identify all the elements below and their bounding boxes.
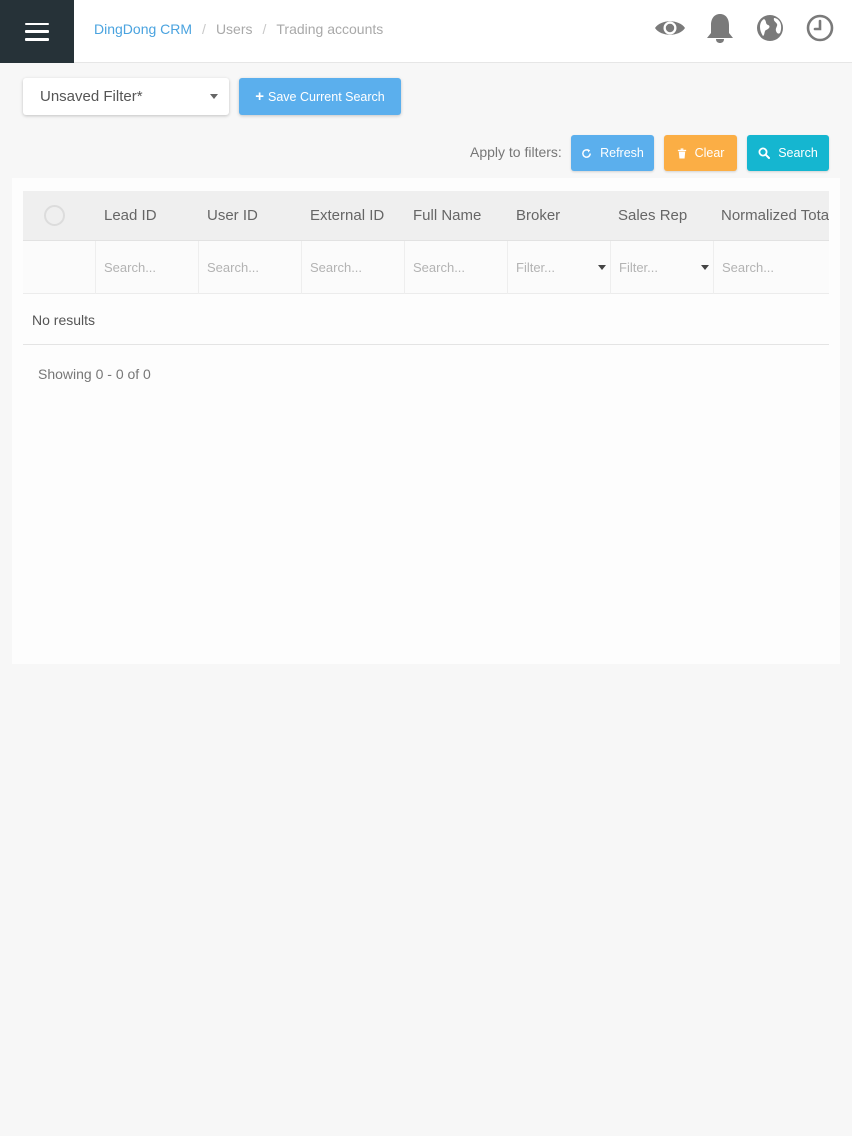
select-all-checkbox[interactable] xyxy=(44,205,65,226)
apply-to-filters-label: Apply to filters: xyxy=(470,144,562,160)
breadcrumb-item-users[interactable]: Users xyxy=(216,21,253,37)
filter-cell-lead-id xyxy=(95,241,198,294)
column-header-user-id[interactable]: User ID xyxy=(207,207,258,224)
user-id-search-input[interactable] xyxy=(207,258,295,276)
refresh-button[interactable]: Refresh xyxy=(571,135,654,171)
breadcrumb-separator: / xyxy=(202,21,206,37)
refresh-icon xyxy=(581,148,592,159)
menu-toggle-button[interactable] xyxy=(0,0,74,63)
column-header-external-id[interactable]: External ID xyxy=(310,207,384,224)
eye-icon[interactable] xyxy=(654,12,686,44)
search-button[interactable]: Search xyxy=(747,135,829,171)
save-current-search-button[interactable]: + Save Current Search xyxy=(239,78,401,115)
hamburger-icon xyxy=(25,22,49,41)
column-header-normalized-total[interactable]: Normalized Total xyxy=(721,207,829,224)
top-icon-group xyxy=(654,12,836,44)
normalized-total-search-input[interactable] xyxy=(722,258,810,276)
refresh-label: Refresh xyxy=(600,146,644,160)
table-header-row: Lead ID User ID External ID Full Name Br… xyxy=(23,191,829,241)
filter-cell-normalized-total xyxy=(713,241,829,294)
sales-rep-filter-input[interactable] xyxy=(619,258,707,276)
column-header-lead-id[interactable]: Lead ID xyxy=(104,207,157,224)
chevron-down-icon xyxy=(210,94,218,99)
globe-icon[interactable] xyxy=(754,12,786,44)
save-current-search-label: Save Current Search xyxy=(268,89,385,104)
column-header-sales-rep[interactable]: Sales Rep xyxy=(618,207,687,224)
breadcrumb-link-home[interactable]: DingDong CRM xyxy=(94,21,192,37)
chevron-down-icon xyxy=(701,265,709,270)
chevron-down-icon xyxy=(598,265,606,270)
lead-id-search-input[interactable] xyxy=(104,258,192,276)
saved-filter-select[interactable]: Unsaved Filter* xyxy=(23,78,229,115)
filter-cell-full-name xyxy=(404,241,507,294)
clock-icon[interactable] xyxy=(804,12,836,44)
external-id-search-input[interactable] xyxy=(310,258,398,276)
search-label: Search xyxy=(778,146,818,160)
trading-accounts-table: Lead ID User ID External ID Full Name Br… xyxy=(23,191,829,345)
table-filter-row xyxy=(23,241,829,294)
search-icon xyxy=(758,147,771,159)
clear-label: Clear xyxy=(694,146,725,160)
clear-button[interactable]: Clear xyxy=(664,135,737,171)
trash-icon xyxy=(677,147,687,159)
empty-state-text: No results xyxy=(32,312,96,328)
filter-cell-external-id xyxy=(301,241,404,294)
filter-cell-user-id xyxy=(198,241,301,294)
full-name-search-input[interactable] xyxy=(413,258,501,276)
top-bar: DingDong CRM / Users / Trading accounts xyxy=(0,0,852,63)
sales-rep-filter-select[interactable] xyxy=(610,241,713,294)
saved-filter-value: Unsaved Filter* xyxy=(40,88,143,105)
pagination-summary: Showing 0 - 0 of 0 xyxy=(38,366,151,382)
broker-filter-input[interactable] xyxy=(516,258,604,276)
breadcrumb-item-current: Trading accounts xyxy=(276,21,384,37)
broker-filter-select[interactable] xyxy=(507,241,610,294)
bell-icon[interactable] xyxy=(704,12,736,44)
column-header-full-name[interactable]: Full Name xyxy=(413,207,481,224)
column-header-broker[interactable]: Broker xyxy=(516,207,560,224)
breadcrumb: DingDong CRM / Users / Trading accounts xyxy=(94,21,383,37)
plus-icon: + xyxy=(255,88,265,105)
breadcrumb-separator: / xyxy=(262,21,267,37)
